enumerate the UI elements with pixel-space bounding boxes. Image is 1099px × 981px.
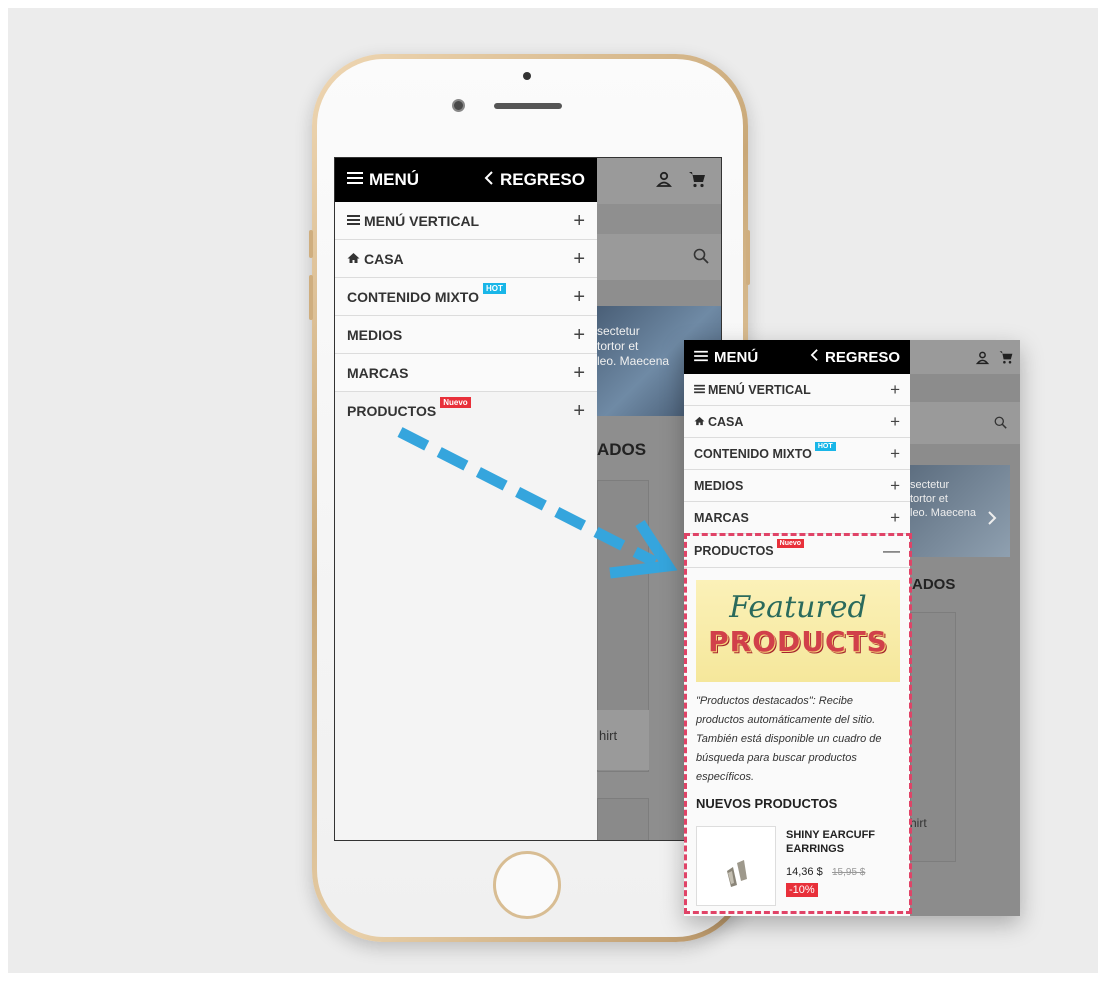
menu-item-label: CONTENIDO MIXTO	[347, 288, 479, 305]
zoom-page-card-label: hirt	[910, 816, 927, 830]
expand-icon[interactable]: +	[890, 412, 900, 432]
hot-badge: HOT	[482, 282, 506, 294]
menu-title-label: MENÚ	[714, 348, 759, 366]
zoom-page-slider-text: sectetur tortor et leo. Maecena	[910, 479, 977, 519]
page-product-card-label: hirt	[597, 710, 649, 770]
page-slider-text: sectetur tortor et leo. Maecena	[597, 324, 670, 368]
menu-item-label: MEDIOS	[694, 478, 744, 493]
menu-item-medios[interactable]: MEDIOS +	[684, 470, 910, 502]
expand-icon[interactable]: +	[573, 325, 585, 345]
home-icon	[347, 251, 360, 267]
back-button-label: REGRESO	[824, 348, 900, 366]
menu-header: MENÚ REGRESO	[684, 340, 910, 374]
menu-item-label: CASA	[364, 250, 404, 267]
menu-item-label-wrap: CONTENIDO MIXTO HOT	[347, 282, 506, 305]
menu-item-label: MENÚ VERTICAL	[364, 212, 480, 229]
menu-item-label: MENÚ VERTICAL	[708, 382, 811, 397]
home-icon	[694, 415, 705, 429]
front-camera	[452, 99, 465, 112]
menu-item-label-wrap: CONTENIDO MIXTO HOT	[694, 441, 836, 461]
hamburger-icon	[694, 349, 708, 366]
menu-item-label-wrap: PRODUCTOS Nuevo	[347, 397, 471, 419]
menu-item-vertical[interactable]: MENÚ VERTICAL +	[684, 374, 910, 406]
proximity-sensor	[523, 72, 531, 80]
menu-item-label-wrap: CASA	[694, 415, 743, 429]
zoom-page-heading: ADOS	[912, 576, 956, 593]
menu-item-label: PRODUCTOS	[347, 403, 437, 419]
menu-title-label: MENÚ	[369, 170, 420, 189]
chevron-right-icon[interactable]	[987, 510, 997, 531]
menu-item-label-wrap: MENÚ VERTICAL	[694, 383, 811, 397]
back-button[interactable]: REGRESO	[810, 348, 900, 366]
page-section-heading: ADOS	[597, 440, 647, 459]
expand-icon[interactable]: +	[890, 476, 900, 496]
menu-item-productos[interactable]: PRODUCTOS Nuevo +	[335, 392, 597, 430]
account-icon[interactable]	[975, 350, 990, 370]
expand-icon[interactable]: +	[573, 211, 585, 231]
home-button[interactable]	[493, 851, 561, 919]
chevron-left-icon	[484, 170, 494, 191]
search-icon[interactable]	[994, 416, 1007, 434]
menu-title: MENÚ	[694, 349, 758, 366]
menu-header: MENÚ REGRESO	[335, 158, 597, 202]
menu-item-marcas[interactable]: MARCAS +	[684, 502, 910, 534]
chevron-left-icon	[810, 348, 819, 366]
hot-badge: HOT	[814, 441, 836, 451]
expand-icon[interactable]: +	[890, 508, 900, 528]
power-button	[746, 230, 750, 285]
cart-icon[interactable]	[998, 349, 1014, 370]
expand-icon[interactable]: +	[573, 287, 585, 307]
menu-item-label: MARCAS	[694, 510, 749, 525]
expand-icon[interactable]: +	[890, 380, 900, 400]
expand-icon[interactable]: +	[573, 401, 585, 421]
new-badge: Nuevo	[440, 397, 471, 408]
menu-item-label: MARCAS	[347, 364, 409, 381]
menu-item-vertical[interactable]: MENÚ VERTICAL +	[335, 202, 597, 240]
mobile-menu-panel: MENÚ REGRESO MENÚ VERTICAL + CASA + CONT…	[335, 158, 597, 840]
back-button-label: REGRESO	[499, 170, 585, 189]
search-icon[interactable]	[693, 248, 709, 269]
menu-item-marcas[interactable]: MARCAS +	[335, 354, 597, 392]
menu-item-label: MEDIOS	[347, 326, 403, 343]
zoomed-menu-preview: sectetur tortor et leo. Maecena ADOS hir…	[684, 340, 1020, 916]
menu-item-label-wrap: MENÚ VERTICAL	[347, 213, 479, 229]
menu-title: MENÚ	[347, 170, 419, 190]
volume-down-button	[309, 275, 313, 320]
menu-item-contenido-mixto[interactable]: CONTENIDO MIXTO HOT +	[335, 278, 597, 316]
expand-icon[interactable]: +	[573, 249, 585, 269]
expand-icon[interactable]: +	[573, 363, 585, 383]
menu-item-label-wrap: CASA	[347, 251, 404, 267]
list-icon	[694, 383, 705, 397]
volume-up-button	[309, 230, 313, 258]
earpiece-speaker	[494, 103, 562, 109]
menu-item-contenido-mixto[interactable]: CONTENIDO MIXTO HOT +	[684, 438, 910, 470]
menu-item-casa[interactable]: CASA +	[335, 240, 597, 278]
phone-screen: sectetur tortor et leo. Maecena ADOS hir…	[334, 157, 722, 841]
page-product-card	[597, 798, 649, 840]
expand-icon[interactable]: +	[890, 444, 900, 464]
menu-item-label: CASA	[708, 414, 744, 429]
back-button[interactable]: REGRESO	[484, 170, 585, 191]
hamburger-icon	[347, 170, 363, 190]
menu-item-medios[interactable]: MEDIOS +	[335, 316, 597, 354]
menu-item-label: CONTENIDO MIXTO	[694, 446, 812, 461]
menu-item-casa[interactable]: CASA +	[684, 406, 910, 438]
list-icon	[347, 213, 360, 229]
account-icon[interactable]	[655, 170, 673, 193]
cart-icon[interactable]	[687, 169, 707, 194]
highlight-box	[684, 533, 912, 914]
